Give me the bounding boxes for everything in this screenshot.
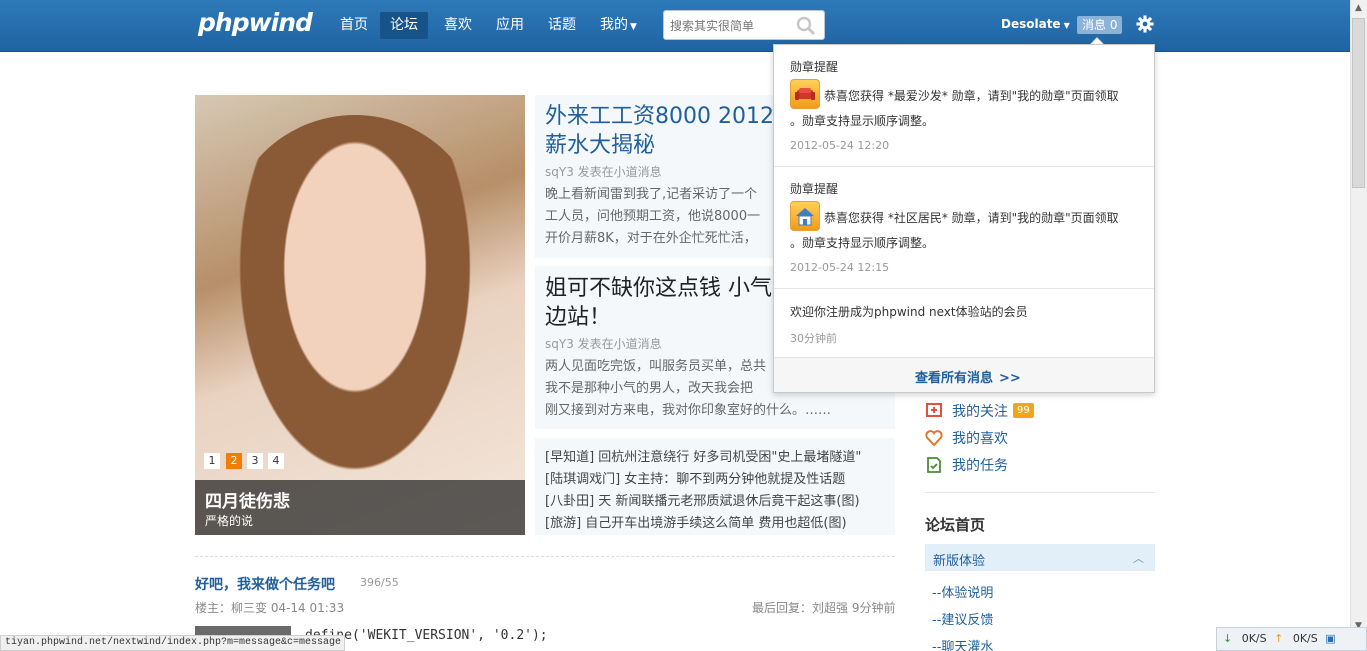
slide-caption-title[interactable]: 四月徒伤悲 xyxy=(205,487,290,512)
sidebar-subitem[interactable]: --建议反馈 xyxy=(932,609,993,628)
notification-time: 30分钟前 xyxy=(790,332,837,345)
heart-icon xyxy=(925,430,943,447)
article-excerpt: 工人员，问他预期工资，他说8000一 xyxy=(545,209,761,224)
article-excerpt: 刚又接到对方来电，我对你印象室好的什么。…… xyxy=(545,403,832,418)
slide-page-1[interactable]: 1 xyxy=(204,453,220,469)
headline-link[interactable]: [早知道] 回杭州注意绕行 好多司机受困"史上最堵隧道" xyxy=(545,446,861,465)
download-arrow-icon: ↓ xyxy=(1223,632,1233,645)
view-all-label: 查看所有消息 xyxy=(915,371,994,386)
divider xyxy=(925,492,1155,493)
thread-last-reply: 最后回复：刘超强 9分钟前 xyxy=(752,601,896,615)
nav-likes[interactable]: 喜欢 xyxy=(434,12,482,39)
chevron-up-icon[interactable]: ︿ xyxy=(1133,550,1144,566)
messages-label: 消息 xyxy=(1082,18,1107,32)
notification-text: 。勋章支持显示顺序调整。 xyxy=(790,114,935,128)
nav-apps[interactable]: 应用 xyxy=(486,12,534,39)
slide-page-2[interactable]: 2 xyxy=(226,453,242,469)
speed-graph-icon: ▣ xyxy=(1325,632,1336,645)
divider xyxy=(774,288,1154,289)
headline-link[interactable]: [旅游] 自己开车出境游手续这么简单 费用也超低(图) xyxy=(545,512,847,531)
user-menu[interactable]: Desolate ▼ xyxy=(1001,17,1070,31)
nav-forum[interactable]: 论坛 xyxy=(380,12,428,39)
caret-down-icon: ▼ xyxy=(1063,21,1070,30)
headline-link[interactable]: [陆琪调戏门] 女主持：聊不到两分钟他就提及性话题 xyxy=(545,468,845,487)
house-medal-icon xyxy=(790,201,820,231)
sidebar-subitem[interactable]: --体验说明 xyxy=(932,582,993,601)
notification-heading: 勋章提醒 xyxy=(790,60,839,74)
sidebar-my-tasks[interactable]: 我的任务 xyxy=(952,455,1008,475)
article-title[interactable]: 姐可不缺你这点钱 小气 xyxy=(545,274,772,303)
article-excerpt: 我不是那种小气的男人，改天我会把 xyxy=(545,381,754,396)
article-title[interactable]: 薪水大揭秘 xyxy=(545,131,655,160)
thread-title[interactable]: 好吧，我来做个任务吧 xyxy=(195,574,335,594)
slide-page-4[interactable]: 4 xyxy=(268,453,284,469)
gear-icon[interactable] xyxy=(1136,15,1154,33)
slide-page-3[interactable]: 3 xyxy=(247,453,263,469)
notification-text: 。勋章支持显示顺序调整。 xyxy=(790,236,935,250)
sofa-medal-icon xyxy=(790,79,820,109)
popup-caret xyxy=(1091,38,1103,44)
username: Desolate xyxy=(1001,17,1061,31)
sidebar-my-follows[interactable]: 我的关注 xyxy=(952,401,1008,421)
upload-speed: 0K/S xyxy=(1292,632,1318,645)
phpwind-logo[interactable]: phpwind xyxy=(198,8,313,37)
messages-count: 0 xyxy=(1109,18,1118,32)
follow-icon xyxy=(926,403,942,417)
notification-text: 恭喜您获得 *最爱沙发* 勋章，请到"我的勋章"页面领取 xyxy=(824,89,1119,103)
article-title[interactable]: 边站！ xyxy=(545,303,611,332)
notification-time: 2012-05-24 12:15 xyxy=(790,261,890,274)
caret-down-icon: ▼ xyxy=(630,22,637,32)
article-excerpt: 晚上看新闻雷到我了,记者采访了一个 xyxy=(545,187,758,202)
divider xyxy=(774,166,1154,167)
network-speed-widget: ↓ 0K/S ↑ 0K/S ▣ xyxy=(1216,627,1367,651)
notification-heading: 勋章提醒 xyxy=(790,182,839,196)
search-icon[interactable] xyxy=(796,16,816,36)
article-meta: sqY3 发表在小道消息 xyxy=(545,337,662,351)
double-chevron-right-icon: >> xyxy=(999,371,1021,386)
follow-count-badge: 99 xyxy=(1013,403,1034,418)
slideshow-image[interactable] xyxy=(195,95,525,535)
article-title[interactable]: 外来工工资8000 2012 xyxy=(545,102,774,131)
nav-home[interactable]: 首页 xyxy=(330,12,378,39)
divider xyxy=(195,556,895,557)
messages-button[interactable]: 消息 0 xyxy=(1077,16,1123,34)
thread-author: 楼主：柳三变 04-14 01:33 xyxy=(195,601,345,615)
article-excerpt: 两人见面吃完饭，叫服务员买单，总共 xyxy=(545,359,767,374)
sidebar-my-likes[interactable]: 我的喜欢 xyxy=(952,428,1008,448)
portrait-photo xyxy=(225,115,485,495)
slide-caption-subtitle: 严格的说 xyxy=(205,514,254,528)
upload-arrow-icon: ↑ xyxy=(1274,632,1284,645)
browser-status-bar: tiyan.phpwind.net/nextwind/index.php?m=m… xyxy=(0,635,345,651)
article-excerpt: 开价月薪8K，对于在外企忙死忙活， xyxy=(545,231,757,246)
view-all-messages-link[interactable]: 查看所有消息 >> xyxy=(915,367,1021,386)
nav-mine-label: 我的 xyxy=(600,17,628,33)
notification-text: 恭喜您获得 *社区居民* 勋章，请到"我的勋章"页面领取 xyxy=(824,211,1119,225)
headline-link[interactable]: [八卦田] 天 新闻联播元老邢质斌退休后竟干起这事(图) xyxy=(545,490,860,509)
nav-topics[interactable]: 话题 xyxy=(538,12,586,39)
forum-home-heading[interactable]: 论坛首页 xyxy=(925,514,985,535)
download-speed: 0K/S xyxy=(1241,632,1267,645)
task-icon xyxy=(927,457,941,473)
search-box xyxy=(663,10,825,40)
nav-mine[interactable]: 我的 ▼ xyxy=(590,12,637,39)
search-input[interactable] xyxy=(670,17,790,35)
new-version-label: 新版体验 xyxy=(933,554,986,569)
scrollbar-thumb[interactable] xyxy=(1352,18,1365,188)
notification-text: 欢迎你注册成为phpwind next体验站的会员 xyxy=(790,305,1028,319)
article-meta: sqY3 发表在小道消息 xyxy=(545,165,662,179)
thread-reply-count: 396/55 xyxy=(360,576,399,589)
sidebar-subitem[interactable]: --聊天灌水 xyxy=(932,636,993,651)
notification-time: 2012-05-24 12:20 xyxy=(790,139,890,152)
scroll-up-arrow-icon[interactable]: ▲ xyxy=(1350,0,1367,17)
